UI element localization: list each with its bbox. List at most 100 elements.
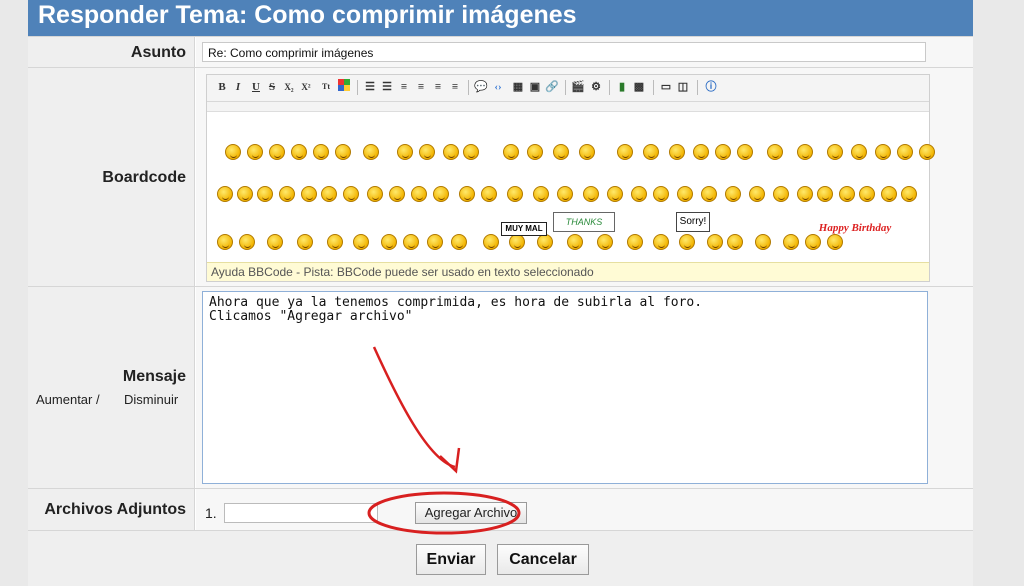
list-icon[interactable]: ☰	[363, 79, 377, 95]
smiley-icon[interactable]	[507, 186, 523, 202]
decrease-link[interactable]: Disminuir	[124, 392, 178, 407]
smiley-icon[interactable]	[403, 234, 419, 250]
video-icon[interactable]: 🎬	[571, 79, 585, 95]
color-icon[interactable]	[337, 79, 351, 95]
smiley-icon[interactable]	[459, 186, 475, 202]
smiley-icon[interactable]	[579, 144, 595, 160]
smiley-icon[interactable]	[527, 144, 543, 160]
smiley-icon[interactable]	[483, 234, 499, 250]
smiley-icon[interactable]	[597, 234, 613, 250]
numbered-list-icon[interactable]: ☰	[380, 79, 394, 95]
smiley-icon[interactable]	[643, 144, 659, 160]
smiley-icon[interactable]	[679, 234, 695, 250]
quote-icon[interactable]: 💬	[474, 79, 488, 95]
align-left-icon[interactable]: ≡	[397, 79, 411, 95]
smiley-icon[interactable]	[715, 144, 731, 160]
smiley-icon[interactable]	[419, 144, 435, 160]
smiley-icon[interactable]	[797, 144, 813, 160]
smiley-icon[interactable]	[767, 144, 783, 160]
smiley-icon[interactable]	[557, 186, 573, 202]
spoiler-icon[interactable]: ▩	[632, 79, 646, 95]
smiley-icon[interactable]	[875, 144, 891, 160]
smiley-icon[interactable]	[859, 186, 875, 202]
align-right-icon[interactable]: ≡	[431, 79, 445, 95]
smiley-icon[interactable]	[627, 234, 643, 250]
smiley-icon[interactable]	[239, 234, 255, 250]
table-row-icon[interactable]: ▭	[659, 79, 673, 95]
smiley-icon[interactable]	[851, 144, 867, 160]
smiley-icon[interactable]	[217, 186, 233, 202]
smiley-icon[interactable]	[327, 234, 343, 250]
thanks-sign[interactable]: THANKS	[553, 212, 615, 232]
smiley-icon[interactable]	[301, 186, 317, 202]
font-size-icon[interactable]: Tt	[319, 79, 333, 95]
table-col-icon[interactable]: ◫	[676, 79, 690, 95]
smiley-icon[interactable]	[653, 186, 669, 202]
smiley-icon[interactable]	[321, 186, 337, 202]
subject-input[interactable]: Re: Como comprimir imágenes	[202, 42, 926, 62]
smiley-icon[interactable]	[839, 186, 855, 202]
smiley-icon[interactable]	[389, 186, 405, 202]
underline-icon[interactable]: U	[249, 79, 263, 95]
smiley-icon[interactable]	[451, 234, 467, 250]
smiley-icon[interactable]	[669, 144, 685, 160]
strike-icon[interactable]: S	[265, 79, 279, 95]
sorry-sign[interactable]: Sorry!	[676, 212, 710, 232]
image-icon[interactable]: ▣	[528, 79, 542, 95]
smiley-icon[interactable]	[707, 234, 723, 250]
smiley-icon[interactable]	[533, 186, 549, 202]
smiley-icon[interactable]	[433, 186, 449, 202]
smiley-icon[interactable]	[313, 144, 329, 160]
smiley-icon[interactable]	[783, 234, 799, 250]
smiley-icon[interactable]	[797, 186, 813, 202]
smiley-icon[interactable]	[225, 144, 241, 160]
smiley-icon[interactable]	[503, 144, 519, 160]
smiley-icon[interactable]	[463, 144, 479, 160]
smiley-icon[interactable]	[297, 234, 313, 250]
smiley-icon[interactable]	[567, 234, 583, 250]
smiley-icon[interactable]	[427, 234, 443, 250]
smiley-icon[interactable]	[617, 144, 633, 160]
smiley-icon[interactable]	[537, 234, 553, 250]
smiley-icon[interactable]	[363, 144, 379, 160]
file-input[interactable]	[224, 503, 378, 523]
smiley-icon[interactable]	[901, 186, 917, 202]
muy-mal-sign[interactable]: MUY MAL	[501, 222, 547, 236]
italic-icon[interactable]: I	[231, 79, 245, 95]
smiley-icon[interactable]	[291, 144, 307, 160]
smiley-icon[interactable]	[553, 144, 569, 160]
smiley-icon[interactable]	[701, 186, 717, 202]
justify-icon[interactable]: ≡	[448, 79, 462, 95]
smiley-icon[interactable]	[353, 234, 369, 250]
smiley-icon[interactable]	[397, 144, 413, 160]
smiley-icon[interactable]	[693, 144, 709, 160]
superscript-icon[interactable]: X²	[299, 79, 313, 95]
smiley-icon[interactable]	[279, 186, 295, 202]
smiley-icon[interactable]	[677, 186, 693, 202]
smiley-icon[interactable]	[773, 186, 789, 202]
smiley-icon[interactable]	[269, 144, 285, 160]
submit-button[interactable]: Enviar	[416, 544, 486, 575]
flash-icon[interactable]: ⚙	[589, 79, 603, 95]
smiley-icon[interactable]	[217, 234, 233, 250]
smiley-icon[interactable]	[827, 144, 843, 160]
smiley-icon[interactable]	[509, 234, 525, 250]
smiley-icon[interactable]	[381, 234, 397, 250]
increase-link[interactable]: Aumentar /	[36, 392, 100, 407]
smiley-icon[interactable]	[725, 186, 741, 202]
smiley-icon[interactable]	[257, 186, 273, 202]
help-icon[interactable]: ⓘ	[704, 79, 718, 95]
smiley-icon[interactable]	[881, 186, 897, 202]
smiley-icon[interactable]	[919, 144, 935, 160]
smiley-icon[interactable]	[755, 234, 771, 250]
smiley-icon[interactable]	[897, 144, 913, 160]
subscript-icon[interactable]: X₂	[282, 79, 296, 95]
smiley-icon[interactable]	[411, 186, 427, 202]
smiley-icon[interactable]	[607, 186, 623, 202]
smiley-icon[interactable]	[583, 186, 599, 202]
smiley-icon[interactable]	[737, 144, 753, 160]
smiley-icon[interactable]	[267, 234, 283, 250]
smiley-icon[interactable]	[481, 186, 497, 202]
cancel-button[interactable]: Cancelar	[497, 544, 589, 575]
smiley-icon[interactable]	[749, 186, 765, 202]
